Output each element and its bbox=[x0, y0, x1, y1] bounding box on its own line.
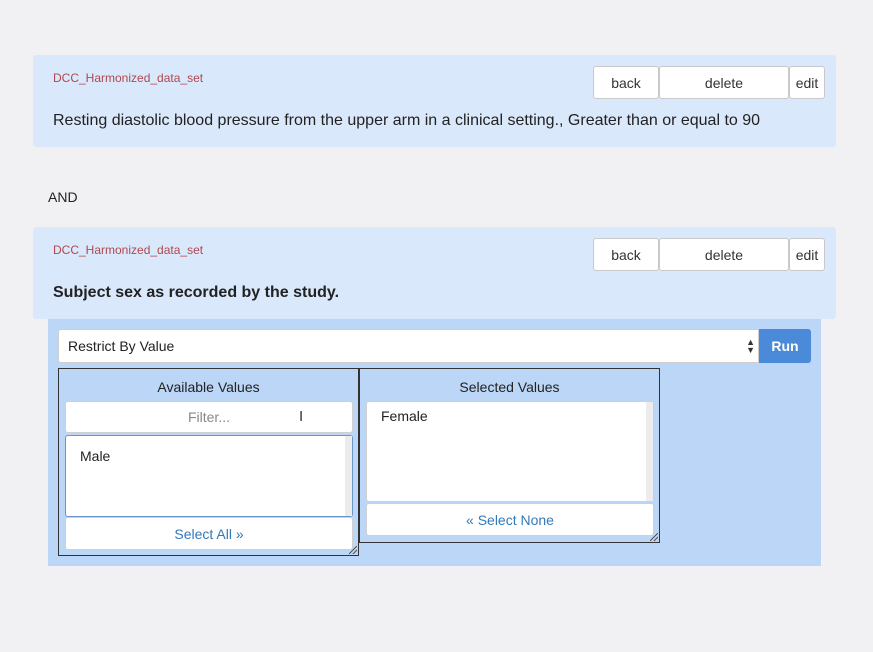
scrollbar[interactable] bbox=[345, 436, 352, 516]
selected-values-list[interactable]: Female bbox=[366, 401, 654, 502]
list-item[interactable]: Female bbox=[381, 408, 428, 424]
dataset-label: DCC_Harmonized_data_set bbox=[53, 243, 204, 257]
criteria-description: Resting diastolic blood pressure from th… bbox=[53, 112, 761, 129]
edit-button[interactable]: edit bbox=[789, 238, 825, 271]
filter-placeholder: Filter... bbox=[187, 409, 230, 425]
operator-label: AND bbox=[48, 189, 78, 205]
filter-input[interactable]: Filter... I bbox=[65, 401, 353, 433]
resize-handle-icon[interactable] bbox=[650, 533, 658, 541]
list-item[interactable]: Male bbox=[80, 448, 110, 464]
restrict-mode-value: Restrict By Value bbox=[68, 338, 175, 354]
criteria-card-2: DCC_Harmonized_data_set back delete edit… bbox=[33, 227, 836, 319]
criteria-description: Subject sex as recorded by the study. bbox=[53, 284, 340, 301]
available-values-list[interactable]: Male bbox=[65, 435, 353, 517]
resize-handle-icon[interactable] bbox=[349, 546, 357, 554]
select-none-button[interactable]: « Select None bbox=[366, 503, 654, 536]
run-button[interactable]: Run bbox=[759, 329, 811, 363]
text-cursor-icon: I bbox=[299, 408, 304, 425]
back-button[interactable]: back bbox=[593, 66, 659, 99]
edit-button[interactable]: edit bbox=[789, 66, 825, 99]
criteria-card-1: DCC_Harmonized_data_set back delete edit… bbox=[33, 55, 836, 147]
available-values-title: Available Values bbox=[157, 379, 260, 395]
back-button[interactable]: back bbox=[593, 238, 659, 271]
select-arrows-icon: ▲ ▼ bbox=[746, 337, 755, 355]
dataset-label: DCC_Harmonized_data_set bbox=[53, 71, 204, 85]
select-all-button[interactable]: Select All » bbox=[65, 517, 353, 550]
available-values-panel: Available Values Filter... I Male Select… bbox=[58, 368, 359, 556]
restrict-mode-select[interactable]: Restrict By Value ▲ ▼ bbox=[58, 329, 759, 363]
scrollbar[interactable] bbox=[646, 402, 653, 501]
delete-button[interactable]: delete bbox=[659, 238, 789, 271]
delete-button[interactable]: delete bbox=[659, 66, 789, 99]
selected-values-title: Selected Values bbox=[459, 379, 560, 395]
selected-values-panel: Selected Values Female « Select None bbox=[359, 368, 660, 543]
value-filter-panel: Restrict By Value ▲ ▼ Run Available Value… bbox=[48, 319, 821, 566]
